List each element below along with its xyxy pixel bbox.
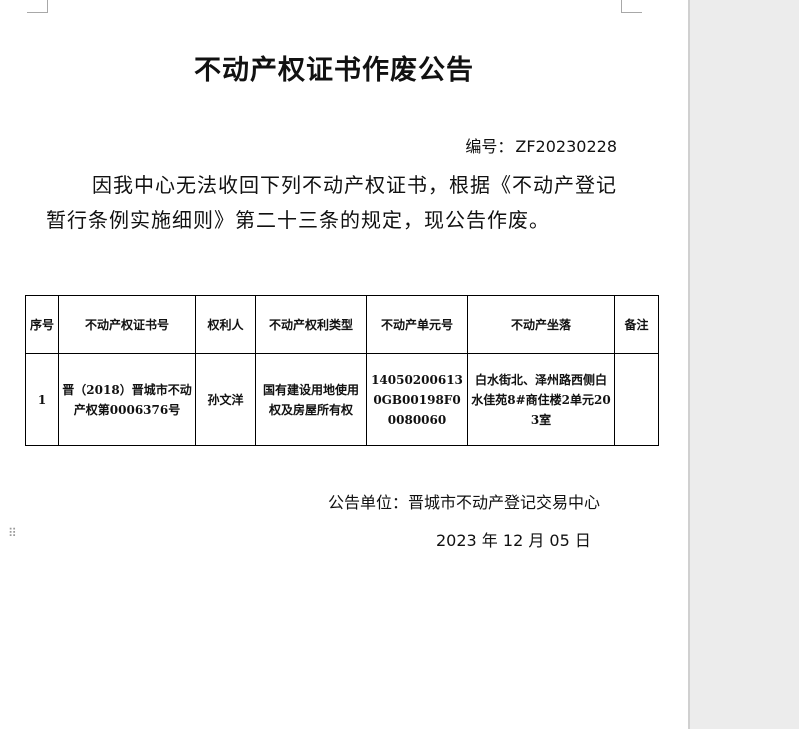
page-corner-mark-right: [621, 0, 642, 13]
certificate-table: 序号 不动产权证书号 权利人 不动产权利类型 不动产单元号 不动产坐落 备注 1…: [25, 295, 659, 446]
cell-owner: 孙文洋: [195, 353, 256, 446]
document-title: 不动产权证书作废公告: [194, 55, 474, 86]
header-remark: 备注: [614, 295, 659, 354]
notice-paragraph: 因我中心无法收回下列不动产权证书，根据《不动产登记暂行条例实施细则》第二十三条的…: [46, 173, 617, 232]
header-right-type: 不动产权利类型: [255, 295, 367, 354]
cell-location: 白水街北、泽州路西侧白水佳苑8#商住楼2单元203室: [467, 353, 615, 446]
drag-handle-icon[interactable]: ⠿: [8, 527, 18, 547]
document-number-label: 编号：: [465, 137, 514, 156]
header-owner: 权利人: [195, 295, 256, 354]
table-header-row: 序号 不动产权证书号 权利人 不动产权利类型 不动产单元号 不动产坐落 备注: [25, 295, 659, 354]
notice-unit: 公告单位：晋城市不动产登记交易中心: [328, 493, 601, 512]
document-number-value: ZF20230228: [515, 137, 617, 156]
cell-remark: [614, 353, 659, 446]
page-corner-mark-left: [27, 0, 48, 13]
table-row: 1 晋（2018）晋城市不动产权第0006376号 孙文洋 国有建设用地使用权及…: [25, 353, 659, 446]
header-unit-no: 不动产单元号: [366, 295, 468, 354]
header-index: 序号: [25, 295, 59, 354]
header-location: 不动产坐落: [467, 295, 615, 354]
cell-cert-no: 晋（2018）晋城市不动产权第0006376号: [58, 353, 196, 446]
document-page: 不动产权证书作废公告 编号： ZF20230228 因我中心无法收回下列不动产权证…: [0, 0, 688, 729]
cell-unit-no: 140502006130GB00198F00080060: [366, 353, 468, 446]
header-cert-no: 不动产权证书号: [58, 295, 196, 354]
workspace-gutter: [690, 0, 799, 729]
cell-index: 1: [25, 353, 59, 446]
document-number: 编号： ZF20230228: [465, 133, 617, 157]
cell-right-type: 国有建设用地使用权及房屋所有权: [255, 353, 367, 446]
notice-date: 2023 年 12 月 05 日: [436, 531, 591, 550]
